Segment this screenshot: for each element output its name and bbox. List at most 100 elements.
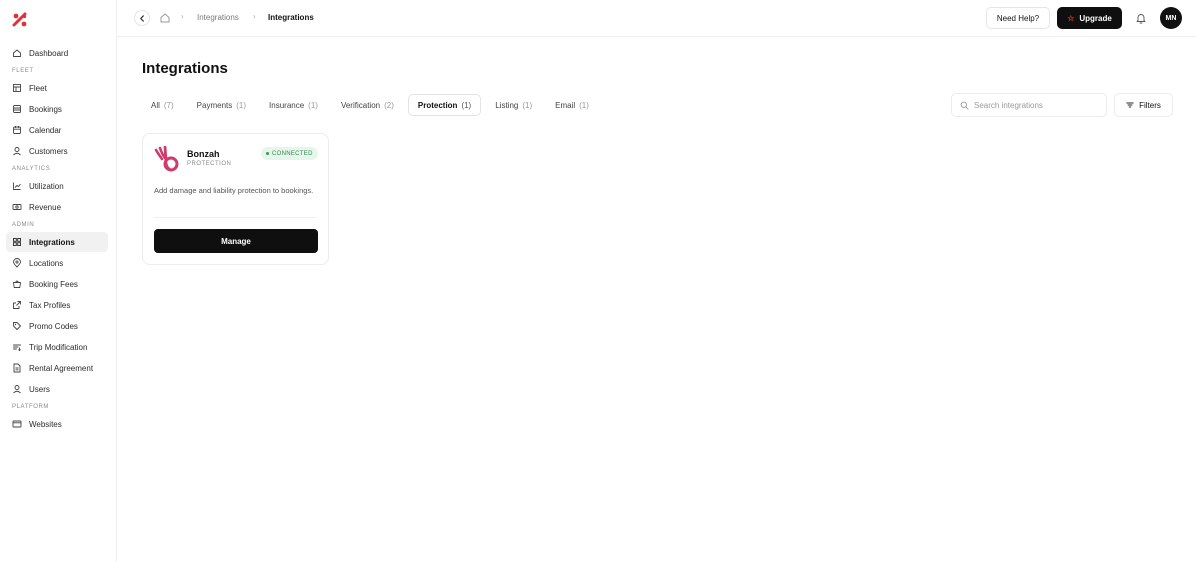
- bookings-icon: [12, 104, 22, 114]
- bag-icon: [12, 279, 22, 289]
- back-button[interactable]: [134, 10, 150, 26]
- sidebar-item-users[interactable]: Users: [6, 379, 108, 399]
- tab-label: Protection: [417, 100, 458, 110]
- home-icon[interactable]: [159, 12, 171, 24]
- external-icon: [12, 300, 22, 310]
- brand-logo-icon[interactable]: [12, 12, 28, 28]
- sidebar-item-bookings[interactable]: Bookings: [6, 99, 108, 119]
- status-label: CONNECTED: [272, 150, 313, 157]
- sidebar-item-label: Users: [29, 384, 50, 394]
- status-dot-icon: [266, 152, 269, 155]
- home-icon: [12, 48, 22, 58]
- need-help-button[interactable]: Need Help?: [986, 7, 1050, 29]
- tab-verification[interactable]: Verification (2): [332, 94, 403, 116]
- divider: [154, 217, 317, 218]
- cash-icon: [12, 202, 22, 212]
- sidebar-item-label: Fleet: [29, 83, 47, 93]
- avatar[interactable]: MN: [1160, 7, 1182, 29]
- sidebar-item-tax-profiles[interactable]: Tax Profiles: [6, 295, 108, 315]
- chevron-right-icon: ›: [181, 12, 184, 21]
- sidebar-item-label: Booking Fees: [29, 279, 78, 289]
- page-title: Integrations: [142, 60, 228, 77]
- sidebar-item-revenue[interactable]: Revenue: [6, 197, 108, 217]
- sidebar-item-utilization[interactable]: Utilization: [6, 176, 108, 196]
- tab-label: Verification: [340, 100, 381, 110]
- tab-count: (2): [384, 100, 394, 110]
- tab-label: Listing: [495, 100, 519, 110]
- search-box[interactable]: [951, 93, 1107, 117]
- sidebar-item-label: Rental Agreement: [29, 363, 94, 373]
- sidebar-item-label: Locations: [29, 258, 64, 268]
- star-icon: ☆: [1067, 13, 1075, 23]
- sidebar-item-label: Trip Modification: [29, 342, 88, 352]
- tab-all[interactable]: All (7): [142, 94, 183, 116]
- tab-count: (1): [308, 100, 318, 110]
- tab-label: Email: [555, 100, 576, 110]
- tab-count: (1): [522, 100, 533, 110]
- sidebar-section-label: PLATFORM: [12, 404, 50, 410]
- sidebar-item-calendar[interactable]: Calendar: [6, 120, 108, 140]
- sidebar-item-booking-fees[interactable]: Booking Fees: [6, 274, 108, 294]
- search-input[interactable]: [974, 100, 1104, 110]
- tab-email[interactable]: Email (1): [546, 94, 598, 116]
- integration-name: Bonzah: [187, 149, 220, 159]
- sidebar-item-label: Integrations: [29, 237, 75, 247]
- upgrade-label: Upgrade: [1079, 13, 1112, 23]
- bell-icon[interactable]: [1134, 11, 1148, 25]
- search-icon: [960, 101, 969, 110]
- breadcrumb-current: Integrations: [268, 13, 314, 22]
- tab-payments[interactable]: Payments (1): [188, 94, 255, 116]
- filters-button[interactable]: Filters: [1114, 93, 1173, 117]
- filters-label: Filters: [1139, 100, 1161, 110]
- map-pin-icon: [12, 258, 22, 268]
- browser-icon: [12, 419, 22, 429]
- sidebar-item-label: Bookings: [29, 104, 62, 114]
- integration-category: PROTECTION: [187, 161, 232, 167]
- topbar: › Integrations › Integrations Need Help?…: [117, 0, 1196, 37]
- grid-icon: [12, 237, 22, 247]
- tag-icon: [12, 321, 22, 331]
- document-icon: [12, 363, 22, 373]
- calendar-icon: [12, 125, 22, 135]
- category-tabs: All (7) Payments (1) Insurance (1) Verificatio…: [142, 94, 603, 116]
- tab-label: All: [151, 100, 160, 110]
- integration-card: Bonzah PROTECTION CONNECTED Add damage a…: [142, 133, 329, 265]
- chevron-right-icon: ›: [253, 12, 256, 21]
- bonzah-logo-icon: [154, 146, 179, 172]
- sidebar-item-label: Customers: [29, 146, 68, 156]
- sidebar-section-label: ADMIN: [12, 222, 35, 228]
- tab-count: (1): [236, 100, 247, 110]
- sidebar-item-fleet[interactable]: Fleet: [6, 78, 108, 98]
- breadcrumb-item[interactable]: Integrations: [197, 13, 239, 22]
- tab-listing[interactable]: Listing (1): [486, 94, 541, 116]
- filter-icon: [1126, 102, 1134, 108]
- upgrade-button[interactable]: ☆ Upgrade: [1057, 7, 1122, 29]
- sidebar-item-locations[interactable]: Locations: [6, 253, 108, 273]
- tab-protection[interactable]: Protection (1): [407, 94, 482, 116]
- user-icon: [12, 146, 22, 156]
- sidebar: Dashboard FLEET Fleet Bookings Calendar Custo…: [0, 0, 117, 562]
- tab-label: Insurance: [269, 100, 305, 110]
- tab-insurance[interactable]: Insurance (1): [260, 94, 327, 116]
- sidebar-item-label: Websites: [29, 419, 62, 429]
- sidebar-section-label: FLEET: [12, 68, 34, 74]
- manage-button[interactable]: Manage: [154, 229, 318, 253]
- status-badge: CONNECTED: [261, 147, 318, 160]
- sliders-icon: [12, 342, 22, 352]
- sidebar-item-rental-agreement[interactable]: Rental Agreement: [6, 358, 108, 378]
- sidebar-item-label: Tax Profiles: [29, 300, 71, 310]
- sidebar-item-dashboard[interactable]: Dashboard: [6, 43, 108, 63]
- sidebar-item-integrations[interactable]: Integrations: [6, 232, 108, 252]
- sidebar-item-label: Revenue: [29, 202, 62, 212]
- chart-line-icon: [12, 181, 22, 191]
- sidebar-item-promo-codes[interactable]: Promo Codes: [6, 316, 108, 336]
- sidebar-section-label: ANALYTICS: [12, 166, 51, 172]
- sidebar-item-label: Utilization: [29, 181, 64, 191]
- tab-label: Payments: [196, 100, 233, 110]
- sidebar-item-label: Calendar: [29, 125, 62, 135]
- sidebar-item-trip-modification[interactable]: Trip Modification: [6, 337, 108, 357]
- sidebar-nav: Dashboard FLEET Fleet Bookings Calendar Custo…: [6, 43, 108, 435]
- sidebar-item-websites[interactable]: Websites: [6, 414, 108, 434]
- sidebar-item-label: Dashboard: [29, 48, 69, 58]
- sidebar-item-customers[interactable]: Customers: [6, 141, 108, 161]
